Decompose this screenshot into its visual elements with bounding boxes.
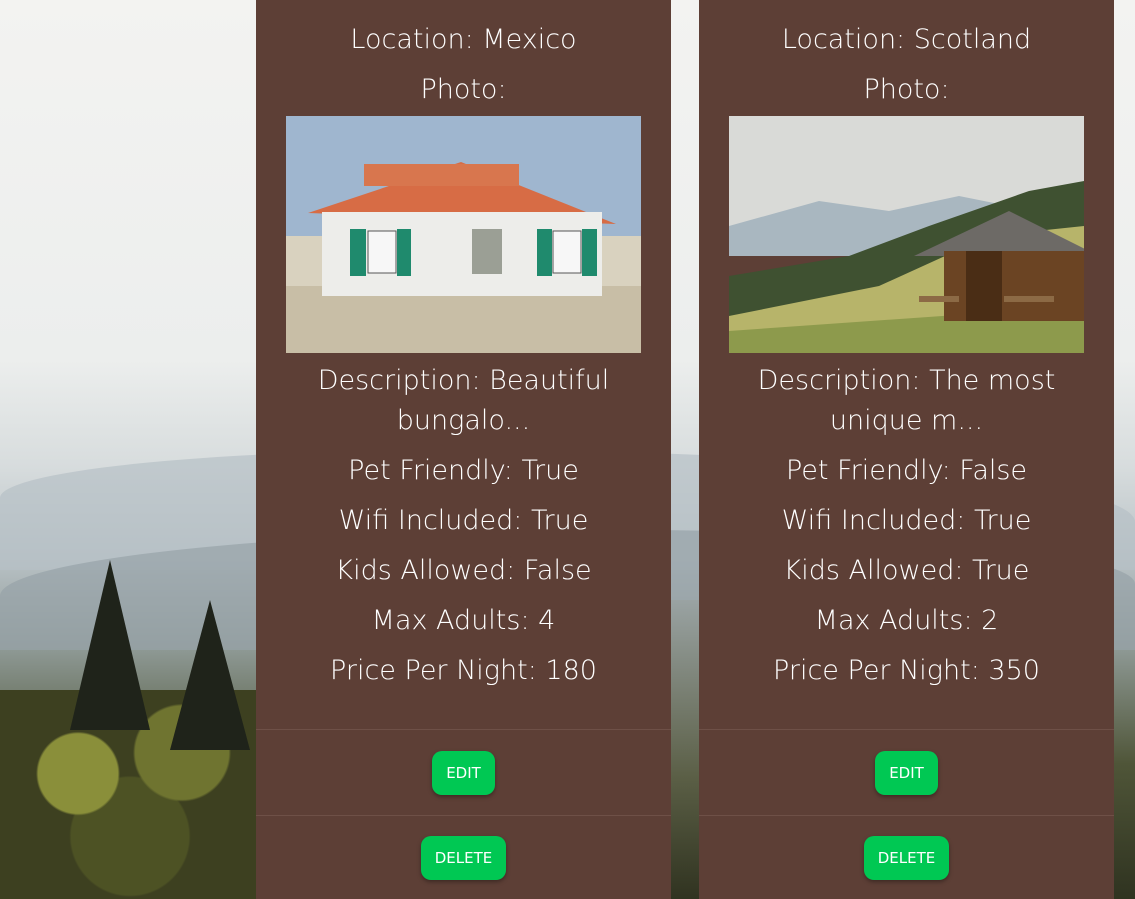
edit-button[interactable]: EDIT xyxy=(875,751,938,795)
listing-location: Location: Mexico xyxy=(350,24,577,55)
listing-photo-label: Photo: xyxy=(420,74,507,105)
background-tree xyxy=(70,560,150,730)
listing-location: Location: Scotland xyxy=(781,24,1032,55)
listing-kids: Kids Allowed: True xyxy=(783,555,1030,586)
background-foliage xyxy=(671,600,699,899)
listing-description: bungalo... xyxy=(396,405,531,436)
listing-max-adults: Max Adults: 4 xyxy=(371,605,556,636)
listing-price: Price Per Night: 350 xyxy=(773,655,1040,686)
listing-photo xyxy=(286,116,641,353)
listing-pet-friendly: Pet Friendly: False xyxy=(785,455,1028,486)
background-tree xyxy=(170,600,250,750)
listing-max-adults: Max Adults: 2 xyxy=(814,605,999,636)
listing-photo xyxy=(729,116,1084,353)
listing-price: Price Per Night: 180 xyxy=(330,655,597,686)
listing-wifi: Wifi Included: True xyxy=(338,505,589,536)
listing-kids: Kids Allowed: False xyxy=(335,555,592,586)
listing-photo-label: Photo: xyxy=(863,74,950,105)
delete-button[interactable]: DELETE xyxy=(863,836,950,880)
delete-button[interactable]: DELETE xyxy=(420,836,507,880)
edit-button[interactable]: EDIT xyxy=(432,751,495,795)
listing-description: Description: The most xyxy=(757,365,1056,396)
listing-description: unique m... xyxy=(829,405,984,436)
listing-card: Location: Mexico Photo: Description: Bea… xyxy=(256,0,671,899)
listing-wifi: Wifi Included: True xyxy=(781,505,1032,536)
listing-pet-friendly: Pet Friendly: True xyxy=(348,455,579,486)
listing-description: Description: Beautiful xyxy=(317,365,610,396)
listing-card: Location: Scotland Photo: Description: T… xyxy=(699,0,1114,899)
